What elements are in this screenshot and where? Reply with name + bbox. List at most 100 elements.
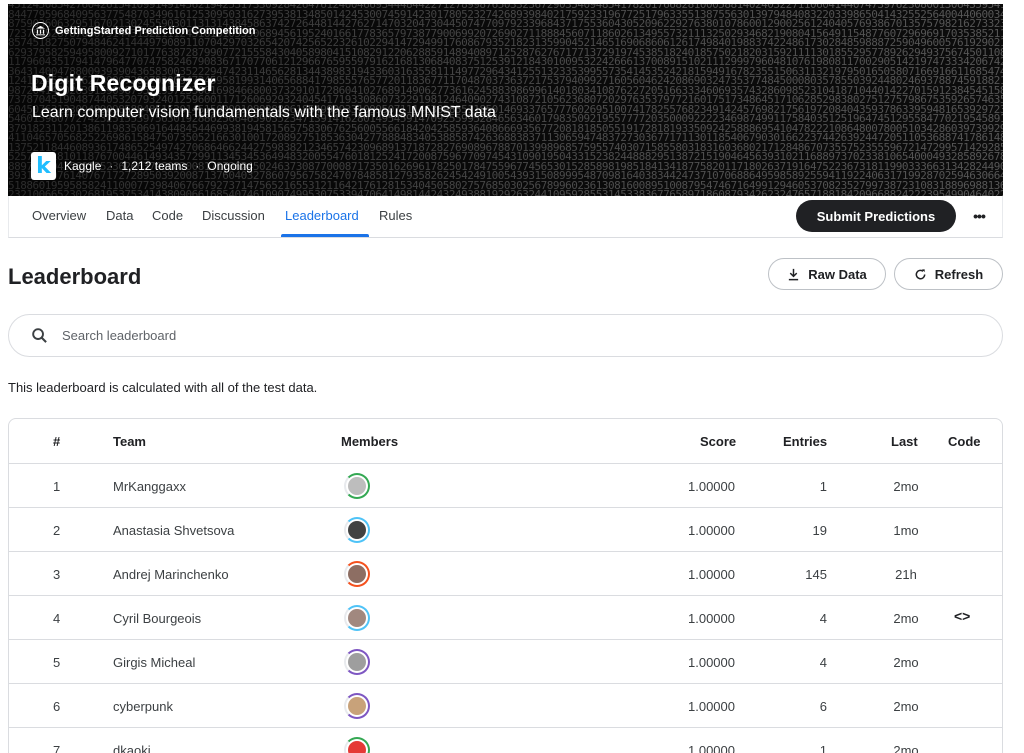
avatar-image [348, 697, 366, 715]
team-name[interactable]: Andrej Marinchenko [113, 567, 229, 582]
entries-cell: 6 [819, 699, 827, 714]
rank-cell: 1 [53, 479, 61, 494]
last-cell: 1mo [893, 523, 919, 538]
refresh-icon [915, 268, 926, 279]
header-team[interactable]: Team [113, 434, 146, 449]
score-cell: 1.00000 [688, 567, 735, 582]
table-row[interactable]: 2 Anastasia Shvetsova 1.00000 19 1mo [9, 508, 1002, 552]
competition-meta: k Kaggle · 1,212 teams · Ongoing [31, 152, 253, 180]
code-icon[interactable]: <> [954, 608, 970, 624]
tab-data[interactable]: Data [106, 208, 133, 223]
competition-tabs: Overview Data Code Discussion Leaderboar… [8, 196, 1003, 238]
header-entries[interactable]: Entries [783, 434, 827, 449]
team-name[interactable]: Cyril Bourgeois [113, 611, 201, 626]
score-cell: 1.00000 [688, 479, 735, 494]
bank-icon [32, 22, 49, 39]
tab-code[interactable]: Code [152, 208, 183, 223]
rank-cell: 6 [53, 699, 61, 714]
kaggle-logo-icon[interactable]: k [31, 152, 56, 180]
meta-separator: · [109, 159, 114, 173]
member-avatar[interactable] [344, 737, 370, 753]
header-members: Members [341, 434, 399, 449]
rank-cell: 5 [53, 655, 61, 670]
avatar-image [348, 565, 366, 583]
competition-banner: 4512450854276042615410991491456219425317… [8, 4, 1003, 196]
last-cell: 2mo [893, 743, 919, 753]
page-title: Leaderboard [8, 264, 142, 289]
member-avatar[interactable] [344, 649, 370, 675]
host-name[interactable]: Kaggle [64, 159, 101, 173]
team-name[interactable]: cyberpunk [113, 699, 173, 714]
table-row[interactable]: 5 Girgis Micheal 1.00000 4 2mo [9, 640, 1002, 684]
rank-cell: 2 [53, 523, 61, 538]
team-name[interactable]: dkaoki [113, 743, 151, 753]
table-row[interactable]: 7 dkaoki 1.00000 1 2mo [9, 728, 1002, 753]
team-name[interactable]: MrKanggaxx [113, 479, 186, 494]
member-avatar[interactable] [344, 517, 370, 543]
score-cell: 1.00000 [688, 743, 735, 753]
tab-overview[interactable]: Overview [32, 208, 86, 223]
tab-rules[interactable]: Rules [379, 208, 412, 223]
last-cell: 2mo [893, 479, 919, 494]
refresh-label: Refresh [934, 266, 984, 282]
member-avatar[interactable] [344, 693, 370, 719]
header-last[interactable]: Last [891, 434, 918, 449]
competition-subtitle: Learn computer vision fundamentals with … [32, 104, 496, 121]
entries-cell: 1 [819, 479, 827, 494]
download-icon [789, 268, 799, 280]
entries-cell: 1 [819, 743, 827, 753]
active-tab-indicator [281, 234, 369, 237]
avatar-image [348, 521, 366, 539]
table-row[interactable]: 1 MrKanggaxx 1.00000 1 2mo [9, 464, 1002, 508]
entries-cell: 4 [819, 655, 827, 670]
header-score[interactable]: Score [700, 434, 736, 449]
member-avatar[interactable] [344, 561, 370, 587]
team-name[interactable]: Anastasia Shvetsova [113, 523, 234, 538]
rank-cell: 4 [53, 611, 61, 626]
score-cell: 1.00000 [688, 699, 735, 714]
avatar-image [348, 653, 366, 671]
entries-cell: 19 [812, 523, 827, 538]
raw-data-label: Raw Data [808, 266, 867, 282]
rank-cell: 7 [53, 743, 61, 753]
search-bar[interactable] [8, 314, 1003, 357]
score-cell: 1.00000 [688, 655, 735, 670]
score-cell: 1.00000 [688, 611, 735, 626]
entries-cell: 145 [805, 567, 827, 582]
search-icon [32, 328, 47, 343]
more-icon[interactable]: ••• [967, 204, 991, 228]
raw-data-button[interactable]: Raw Data [768, 258, 886, 290]
competition-status: Ongoing [207, 159, 253, 173]
leaderboard-note: This leaderboard is calculated with all … [8, 380, 318, 395]
avatar-image [348, 609, 366, 627]
member-avatar[interactable] [344, 473, 370, 499]
table-row[interactable]: 4 Cyril Bourgeois 1.00000 4 2mo <> [9, 596, 1002, 640]
last-cell: 2mo [893, 655, 919, 670]
tab-discussion[interactable]: Discussion [202, 208, 265, 223]
submit-predictions-button[interactable]: Submit Predictions [796, 200, 956, 232]
score-cell: 1.00000 [688, 523, 735, 538]
avatar-image [348, 477, 366, 495]
tab-leaderboard[interactable]: Leaderboard [285, 208, 359, 223]
refresh-button[interactable]: Refresh [894, 258, 1003, 290]
table-row[interactable]: 3 Andrej Marinchenko 1.00000 145 21h [9, 552, 1002, 596]
table-header: # Team Members Score Entries Last Code [9, 419, 1002, 464]
team-count: 1,212 teams [121, 159, 188, 173]
avatar-image [348, 741, 366, 753]
header-rank[interactable]: # [53, 434, 60, 449]
member-avatar[interactable] [344, 605, 370, 631]
team-name[interactable]: Girgis Micheal [113, 655, 195, 670]
category-label: GettingStarted Prediction Competition [55, 24, 256, 37]
last-cell: 21h [895, 567, 917, 582]
last-cell: 2mo [893, 611, 919, 626]
search-input[interactable] [62, 328, 862, 343]
table-row[interactable]: 6 cyberpunk 1.00000 6 2mo [9, 684, 1002, 728]
header-code: Code [948, 434, 981, 449]
rank-cell: 3 [53, 567, 61, 582]
last-cell: 2mo [893, 699, 919, 714]
leaderboard-table: # Team Members Score Entries Last Code 1… [8, 418, 1003, 753]
meta-separator: · [195, 159, 200, 173]
entries-cell: 4 [819, 611, 827, 626]
competition-category: GettingStarted Prediction Competition [32, 22, 255, 39]
competition-title: Digit Recognizer [31, 70, 216, 96]
